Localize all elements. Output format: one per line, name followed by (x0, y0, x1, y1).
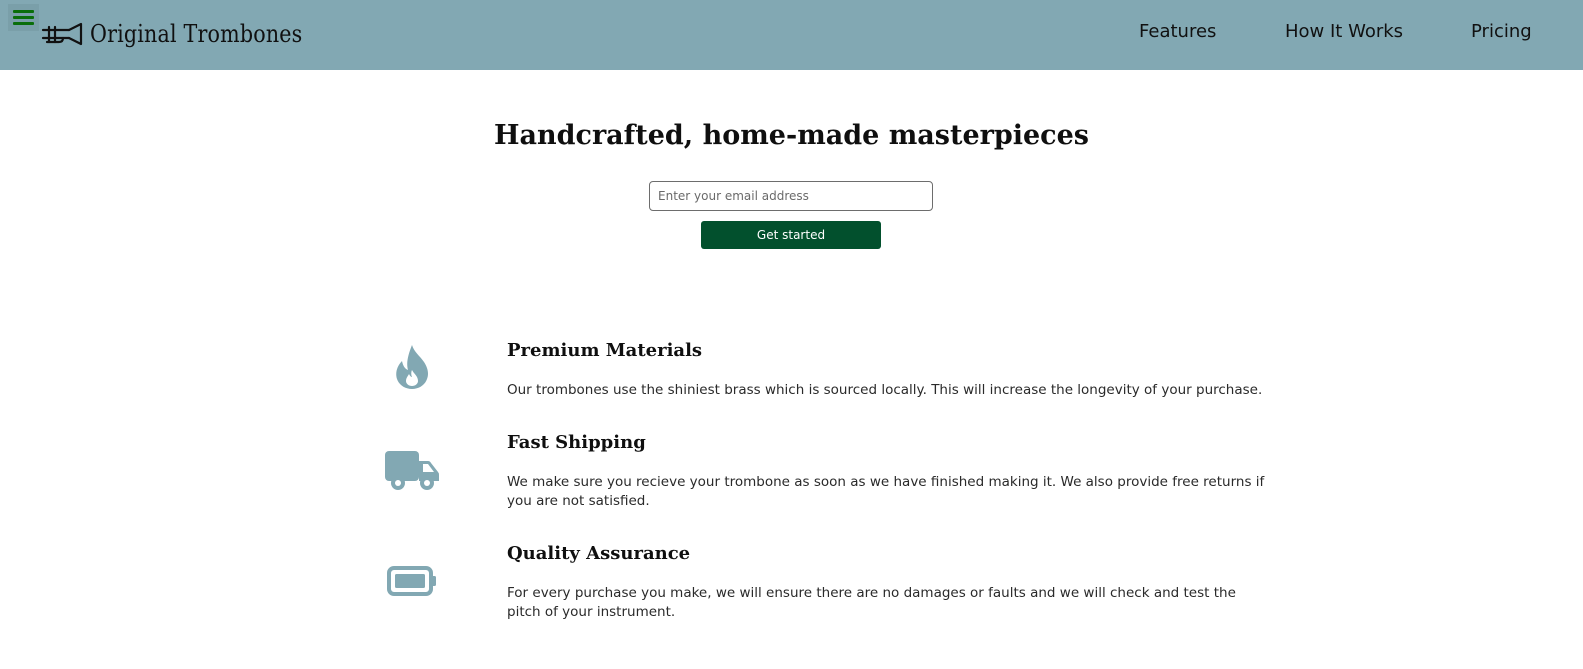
battery-icon (387, 566, 437, 596)
hamburger-line (13, 10, 34, 13)
brand-logo[interactable]: Original Trombones (41, 18, 337, 50)
menu-toggle-button[interactable] (8, 4, 39, 31)
truck-icon (384, 448, 440, 494)
get-started-button[interactable]: Get started (701, 221, 881, 249)
hero-title: Handcrafted, home-made masterpieces (493, 120, 1089, 151)
feature-title: Quality Assurance (507, 543, 691, 564)
hamburger-line (13, 22, 34, 25)
brand-name: Original Trombones (90, 20, 303, 48)
feature-description: We make sure you recieve your trombone a… (507, 474, 1265, 509)
feature-description: Our trombones use the shiniest brass whi… (507, 382, 1263, 398)
feature-title: Fast Shipping (507, 432, 646, 453)
nav-link-features[interactable]: Features (1139, 21, 1216, 42)
hamburger-line (13, 16, 34, 19)
nav-link-how-it-works[interactable]: How It Works (1285, 21, 1403, 42)
site-header: Original Trombones Features How It Works… (0, 0, 1583, 70)
flame-icon (391, 343, 433, 391)
feature-title: Premium Materials (507, 340, 703, 361)
feature-description: For every purchase you make, we will ens… (507, 585, 1236, 620)
email-input[interactable] (649, 181, 933, 211)
trombone-logo-icon (41, 22, 83, 46)
nav-link-pricing[interactable]: Pricing (1471, 21, 1532, 42)
